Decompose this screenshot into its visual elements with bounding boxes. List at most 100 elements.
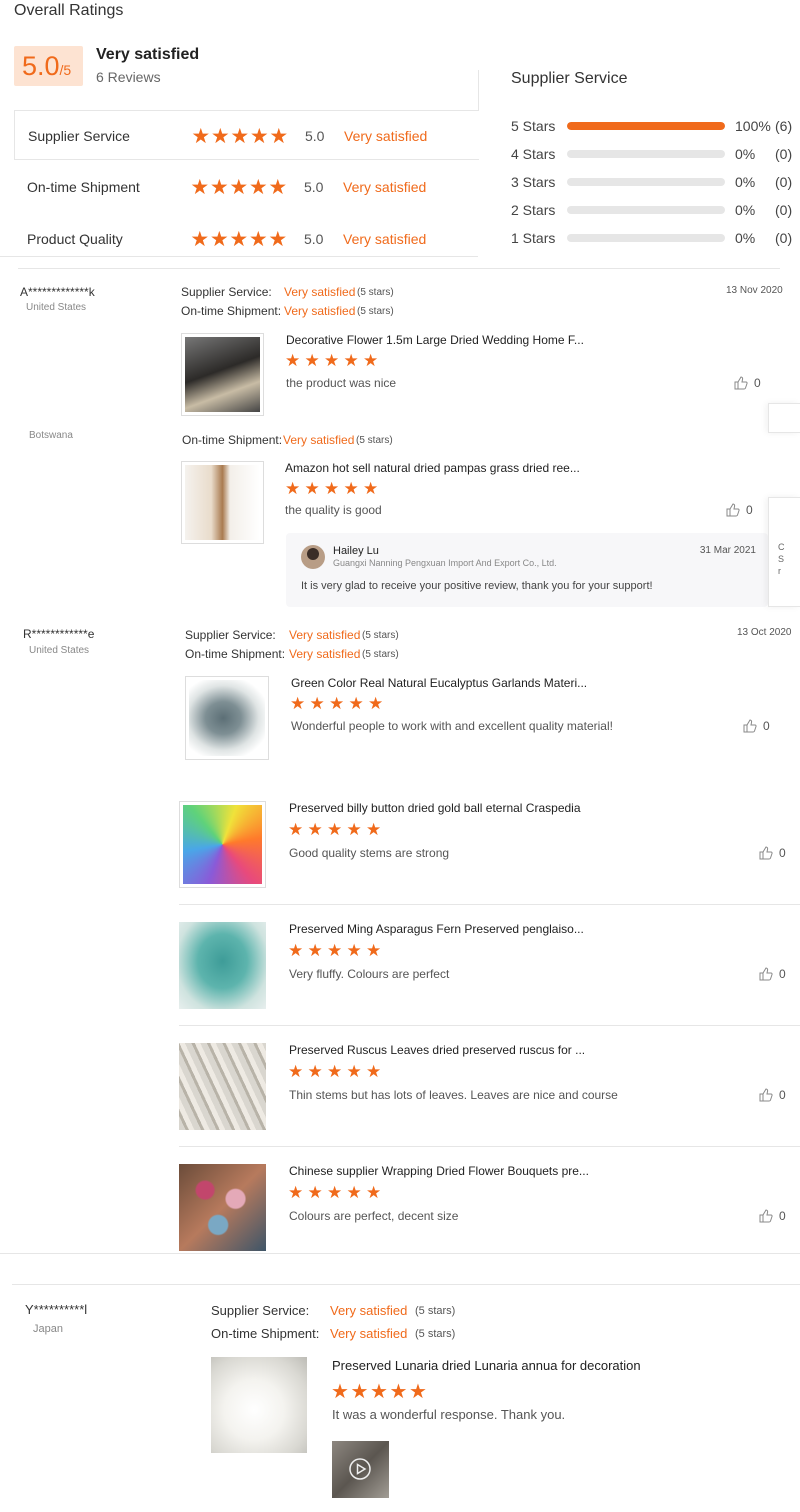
category-label: Very satisfied [344, 128, 428, 144]
supplier-service-stars: (5 stars) [415, 1305, 456, 1317]
stars-label: 3 Stars [511, 174, 556, 190]
like-button[interactable]: 0 [759, 846, 786, 860]
product-thumbnail[interactable] [185, 676, 269, 760]
reviewer-country: Japan [33, 1323, 63, 1335]
star-icon: ★ [327, 941, 343, 960]
category-score: 5.0 [305, 128, 325, 144]
ontime-shipment-value: Very satisfied [289, 647, 361, 661]
star-icon: ★ [304, 351, 320, 370]
like-button[interactable]: 0 [743, 719, 770, 733]
reviewer-country: United States [29, 645, 90, 656]
star-icon: ★ [190, 228, 210, 251]
star-icon: ★ [288, 1062, 304, 1081]
reply-text: It is very glad to receive your positive… [301, 580, 653, 592]
product-title[interactable]: Preserved Lunaria dried Lunaria annua fo… [332, 1358, 641, 1373]
stars-label: 1 Stars [511, 230, 556, 246]
product-title[interactable]: Preserved Ruscus Leaves dried preserved … [289, 1043, 585, 1057]
side-tab-contact[interactable]: C S r [768, 497, 800, 607]
star-icon: ★ [268, 228, 288, 251]
product-title[interactable]: Amazon hot sell natural dried pampas gra… [285, 461, 580, 475]
reviewer-name: A*************k [20, 285, 95, 299]
product-thumbnail[interactable] [181, 461, 264, 544]
like-button[interactable]: 0 [759, 1088, 786, 1102]
overall-score-badge: 5.0/5 [14, 46, 83, 86]
supplier-service-value: Very satisfied [330, 1303, 408, 1318]
divider [0, 256, 478, 257]
category-name: On-time Shipment [27, 179, 140, 195]
star-icon: ★ [409, 1381, 427, 1403]
stars-label: 5 Stars [511, 118, 556, 134]
breakdown-title: Supplier Service [511, 70, 628, 87]
star-icon: ★ [329, 694, 345, 713]
star-icon: ★ [307, 1062, 323, 1081]
star-icon: ★ [229, 228, 249, 251]
side-tab-char: S [778, 554, 785, 564]
like-count: 0 [779, 967, 786, 981]
like-button[interactable]: 0 [759, 967, 786, 981]
review-date: 13 Nov 2020 [726, 285, 783, 296]
rating-breakdown-row[interactable]: 1 Stars 0% (0) [511, 228, 800, 248]
like-button[interactable]: 0 [759, 1209, 786, 1223]
progress-fill [567, 122, 725, 130]
thumbs-up-icon [759, 1209, 773, 1223]
product-thumbnail[interactable] [179, 1043, 266, 1130]
product-title[interactable]: Preserved Ming Asparagus Fern Preserved … [289, 922, 584, 936]
star-icon: ★ [290, 694, 306, 713]
rating-breakdown-row[interactable]: 5 Stars 100% (6) [511, 116, 800, 136]
category-name: Supplier Service [28, 128, 130, 144]
percentage: 0% [735, 230, 756, 246]
star-icon: ★ [343, 479, 359, 498]
review-text: the product was nice [286, 376, 397, 390]
star-icon: ★ [366, 1062, 382, 1081]
stars-label: 4 Stars [511, 146, 556, 162]
side-tab-char: r [778, 566, 781, 576]
review-count: (0) [775, 174, 793, 190]
thumbs-up-icon [759, 846, 773, 860]
star-icon: ★ [327, 1062, 343, 1081]
product-thumbnail[interactable] [179, 1164, 266, 1251]
star-icon: ★ [368, 694, 384, 713]
side-tab-top[interactable] [768, 403, 800, 433]
star-icon: ★ [190, 176, 210, 199]
product-thumbnail[interactable] [181, 333, 264, 416]
star-icon: ★ [366, 941, 382, 960]
divider [179, 1146, 800, 1147]
review-text: Thin stems but has lots of leaves. Leave… [289, 1088, 618, 1102]
like-button[interactable]: 0 [734, 376, 761, 390]
rating-breakdown-row[interactable]: 2 Stars 0% (0) [511, 200, 800, 220]
rating-breakdown-row[interactable]: 4 Stars 0% (0) [511, 144, 800, 164]
ontime-shipment-stars: (5 stars) [415, 1328, 456, 1340]
supplier-service-stars: (5 stars) [362, 630, 399, 641]
rating-breakdown-row[interactable]: 3 Stars 0% (0) [511, 172, 800, 192]
product-title[interactable]: Chinese supplier Wrapping Dried Flower B… [289, 1164, 589, 1178]
product-thumbnail[interactable] [211, 1357, 307, 1453]
star-icon: ★ [288, 1183, 304, 1202]
category-score: 5.0 [304, 231, 324, 247]
like-button[interactable]: 0 [726, 503, 753, 517]
product-stars: ★ ★ ★ ★ ★ [288, 941, 386, 961]
review-text: Good quality stems are strong [289, 846, 450, 860]
star-icon: ★ [248, 228, 268, 251]
progress-track [567, 122, 725, 130]
product-title[interactable]: Decorative Flower 1.5m Large Dried Weddi… [286, 333, 584, 347]
supplier-service-value: Very satisfied [284, 285, 356, 299]
product-title[interactable]: Preserved billy button dried gold ball e… [289, 801, 581, 815]
product-stars: ★ ★ ★ ★ ★ [288, 1062, 386, 1082]
product-thumbnail[interactable] [179, 801, 266, 888]
category-row-supplier-service[interactable]: Supplier Service ★ ★ ★ ★ ★ 5.0 Very satisfie… [14, 110, 479, 160]
star-icon: ★ [269, 125, 289, 148]
review-date: 13 Oct 2020 [737, 627, 792, 638]
review-text: Wonderful people to work with and excell… [291, 719, 613, 733]
category-row-ontime-shipment[interactable]: On-time Shipment ★ ★ ★ ★ ★ 5.0 Very satisfie… [14, 162, 479, 212]
star-icon: ★ [248, 176, 268, 199]
product-title[interactable]: Green Color Real Natural Eucalyptus Garl… [291, 676, 587, 690]
product-thumbnail[interactable] [179, 922, 266, 1009]
star-icon: ★ [285, 351, 301, 370]
percentage: 0% [735, 202, 756, 218]
star-icon: ★ [346, 1062, 362, 1081]
review-video-thumbnail[interactable] [332, 1441, 389, 1498]
star-icon: ★ [346, 820, 362, 839]
star-icon: ★ [370, 1381, 388, 1403]
star-icon: ★ [191, 125, 211, 148]
ontime-shipment-stars: (5 stars) [357, 306, 394, 317]
